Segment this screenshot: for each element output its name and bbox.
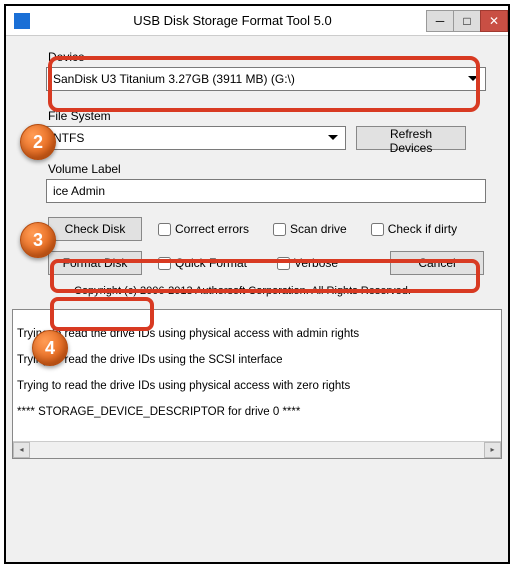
correct-errors-checkbox[interactable]: Correct errors — [158, 222, 249, 236]
scroll-right-arrow[interactable]: ▸ — [484, 442, 501, 458]
refresh-devices-button[interactable]: Refresh Devices — [356, 126, 466, 150]
check-disk-button[interactable]: Check Disk — [48, 217, 142, 241]
app-icon — [14, 13, 30, 29]
volume-label-label: Volume Label — [48, 162, 486, 176]
log-line: **** STORAGE_DEVICE_DESCRIPTOR for drive… — [17, 404, 497, 420]
log-line: Trying to read the drive IDs using the S… — [17, 352, 497, 368]
log-line: Trying to read the drive IDs using physi… — [17, 378, 497, 394]
close-button[interactable]: ✕ — [480, 10, 508, 32]
quick-format-checkbox[interactable]: Quick Format — [158, 256, 247, 270]
annotation-marker-4: 4 — [32, 330, 68, 366]
log-output[interactable]: Trying to read the drive IDs using physi… — [12, 309, 502, 459]
window-controls: ─ □ ✕ — [427, 10, 508, 32]
verbose-checkbox[interactable]: Verbose — [277, 256, 338, 270]
app-window: USB Disk Storage Format Tool 5.0 ─ □ ✕ D… — [4, 4, 510, 564]
minimize-button[interactable]: ─ — [426, 10, 454, 32]
check-dirty-checkbox[interactable]: Check if dirty — [371, 222, 457, 236]
format-disk-button[interactable]: Format Disk — [48, 251, 142, 275]
body-area: Device SanDisk U3 Titanium 3.27GB (3911 … — [6, 36, 508, 562]
volume-label-input[interactable] — [46, 179, 486, 203]
log-line: Trying to read the drive IDs using physi… — [17, 326, 497, 342]
filesystem-label: File System — [48, 109, 486, 123]
maximize-button[interactable]: □ — [453, 10, 481, 32]
copyright-text: Copyright (c) 2006-2013 Authorsoft Corpo… — [46, 277, 486, 305]
device-select[interactable]: SanDisk U3 Titanium 3.27GB (3911 MB) (G:… — [46, 67, 486, 91]
device-select-wrap: SanDisk U3 Titanium 3.27GB (3911 MB) (G:… — [46, 67, 486, 91]
form-area: Device SanDisk U3 Titanium 3.27GB (3911 … — [6, 36, 508, 309]
annotation-marker-2: 2 — [20, 124, 56, 160]
cancel-button[interactable]: Cancel — [390, 251, 484, 275]
scan-drive-checkbox[interactable]: Scan drive — [273, 222, 347, 236]
scroll-left-arrow[interactable]: ◂ — [13, 442, 30, 458]
horizontal-scrollbar[interactable]: ◂ ▸ — [13, 441, 501, 458]
titlebar: USB Disk Storage Format Tool 5.0 ─ □ ✕ — [6, 6, 508, 36]
annotation-marker-3: 3 — [20, 222, 56, 258]
filesystem-select[interactable]: NTFS — [46, 126, 346, 150]
window-title: USB Disk Storage Format Tool 5.0 — [38, 13, 427, 28]
device-label: Device — [48, 50, 486, 64]
